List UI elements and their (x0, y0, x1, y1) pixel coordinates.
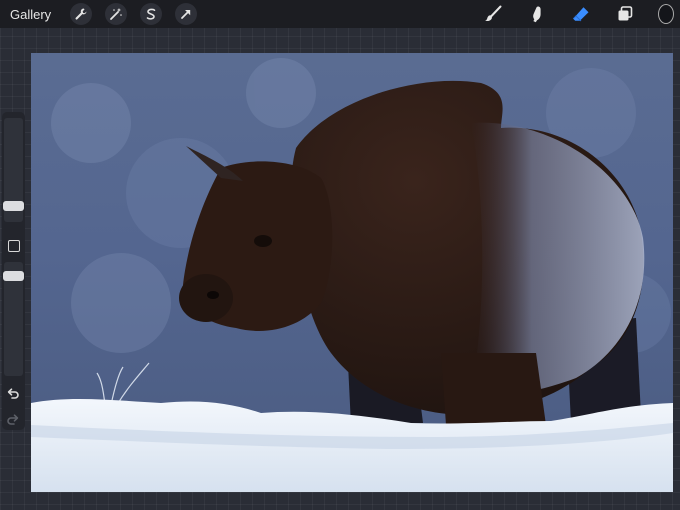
transform-arrow-icon (181, 10, 191, 19)
undo-button[interactable] (6, 386, 20, 403)
top-toolbar: Gallery (0, 0, 680, 28)
opacity-slider[interactable] (3, 262, 24, 376)
wrench-icon (75, 8, 87, 20)
brush-icon (485, 5, 502, 22)
selection-button[interactable] (140, 3, 163, 25)
brush-size-slider[interactable] (3, 118, 24, 222)
sidebar (2, 112, 25, 430)
opacity-thumb[interactable] (3, 271, 24, 281)
gallery-button[interactable]: Gallery (10, 7, 51, 22)
redo-icon (7, 414, 19, 425)
adjustments-button[interactable] (105, 3, 128, 25)
selection-icon (146, 8, 156, 20)
smudge-tool[interactable] (526, 3, 548, 25)
magic-wand-icon (110, 8, 122, 20)
bison-leg-front (441, 353, 546, 425)
actions-button[interactable] (70, 3, 93, 25)
eraser-tool[interactable] (570, 3, 592, 25)
color-button[interactable] (658, 3, 680, 25)
transform-button[interactable] (175, 3, 198, 25)
modify-button[interactable] (8, 240, 20, 252)
smudge-icon (533, 6, 541, 23)
bison-muzzle (179, 274, 233, 322)
layers-icon (618, 6, 633, 21)
bison-nostril (207, 291, 219, 299)
brush-tool[interactable] (482, 3, 504, 25)
grass-sprig (96, 362, 150, 406)
bison-eye (254, 235, 272, 247)
undo-icon (7, 388, 19, 399)
bison-painting (31, 58, 673, 492)
redo-button[interactable] (6, 412, 20, 429)
layers-button[interactable] (614, 3, 636, 25)
brush-size-thumb[interactable] (3, 201, 24, 211)
tool-group (460, 0, 680, 28)
drawing-canvas[interactable] (31, 53, 673, 492)
color-well (658, 4, 674, 24)
eraser-icon (572, 7, 589, 22)
